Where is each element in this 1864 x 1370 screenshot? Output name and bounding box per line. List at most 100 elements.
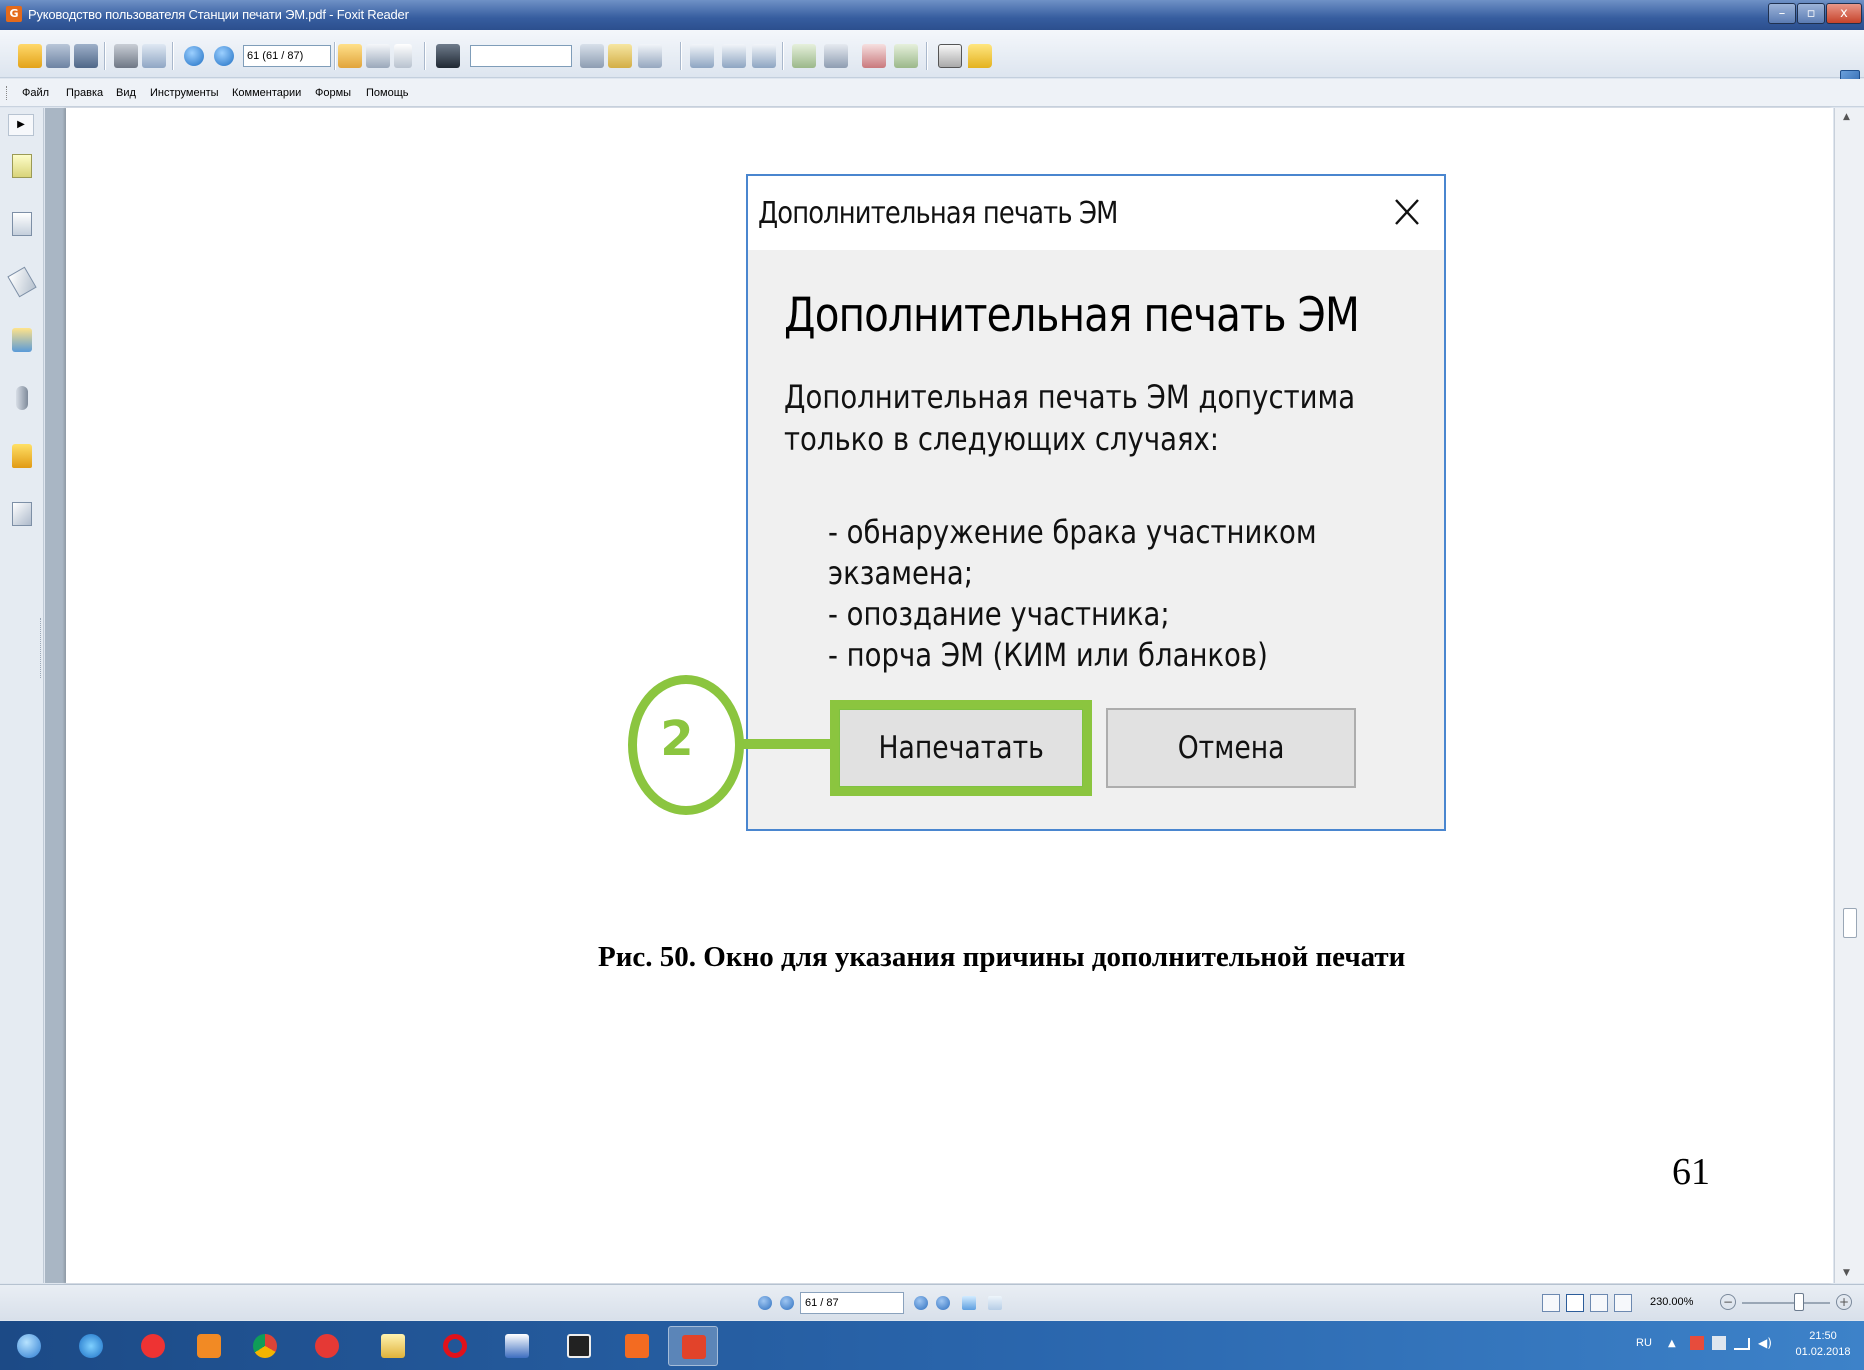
menu-tools[interactable]: Инструменты xyxy=(150,87,219,99)
find-previous-icon[interactable] xyxy=(580,44,604,68)
menu-edit[interactable]: Правка xyxy=(66,87,103,99)
document-icon[interactable] xyxy=(12,212,32,236)
tray-network-icon[interactable] xyxy=(1712,1336,1726,1350)
taskbar-file-manager[interactable] xyxy=(368,1326,418,1366)
open-folder-icon[interactable] xyxy=(18,44,42,68)
continuous-view-icon[interactable] xyxy=(1566,1294,1584,1312)
status-page-field[interactable]: 61 / 87 xyxy=(800,1292,904,1314)
comments-icon[interactable] xyxy=(12,328,32,352)
taskbar-word[interactable] xyxy=(492,1326,542,1366)
previous-page-icon[interactable] xyxy=(184,46,204,66)
zoom-in-icon[interactable]: + xyxy=(1836,1294,1852,1310)
last-page-icon[interactable] xyxy=(936,1296,950,1310)
page-number: 61 xyxy=(1672,1151,1710,1193)
page-number-field[interactable]: 61 (61 / 87) xyxy=(243,45,331,67)
dialog-message: Дополнительная печать ЭМ допустима тольк… xyxy=(784,378,1356,458)
fit-page-icon[interactable] xyxy=(722,44,746,68)
expand-panel-icon[interactable]: ▶ xyxy=(8,114,34,136)
tray-volume-icon[interactable]: ◀) xyxy=(1758,1336,1772,1350)
continuous-facing-view-icon[interactable] xyxy=(1614,1294,1632,1312)
save-as-icon[interactable] xyxy=(74,44,98,68)
7zip-icon xyxy=(567,1334,591,1358)
form-icon[interactable] xyxy=(894,44,918,68)
menu-grip xyxy=(6,86,9,100)
tray-signal-icon[interactable] xyxy=(1734,1338,1750,1350)
single-page-view-icon[interactable] xyxy=(1542,1294,1560,1312)
minimize-button[interactable]: – xyxy=(1768,3,1796,24)
snapshot-icon[interactable] xyxy=(824,44,848,68)
taskbar-yandex[interactable] xyxy=(128,1326,178,1366)
typewriter-icon[interactable] xyxy=(938,44,962,68)
start-button[interactable] xyxy=(4,1326,54,1366)
menu-forms[interactable]: Формы xyxy=(315,87,351,99)
dialog-title: Дополнительная печать ЭМ xyxy=(758,196,1118,231)
tray-flag-icon[interactable] xyxy=(1690,1336,1704,1350)
menu-help[interactable]: Помощь xyxy=(366,87,409,99)
zoom-level[interactable]: 230.00% xyxy=(1650,1296,1693,1308)
menu-view[interactable]: Вид xyxy=(116,87,136,99)
reason-item: - опоздание участника; xyxy=(828,595,1170,633)
close-button[interactable]: x xyxy=(1826,3,1862,24)
taskbar-media-player[interactable] xyxy=(184,1326,234,1366)
figure-print-button: Напечатать xyxy=(830,700,1092,796)
save-icon[interactable] xyxy=(46,44,70,68)
file-manager-icon xyxy=(381,1334,405,1358)
next-page-icon[interactable] xyxy=(914,1296,928,1310)
layers-icon[interactable] xyxy=(7,266,37,298)
signature-icon[interactable] xyxy=(12,502,32,526)
language-indicator[interactable]: RU xyxy=(1636,1337,1652,1349)
navigation-panel: ▶ xyxy=(0,108,44,1283)
scroll-down-icon[interactable]: ▼ xyxy=(1843,1268,1850,1278)
first-page-icon[interactable] xyxy=(758,1296,772,1310)
taskbar-foxit-pdf[interactable] xyxy=(612,1326,662,1366)
taskbar-opera[interactable] xyxy=(430,1326,480,1366)
zoom-slider[interactable] xyxy=(1742,1302,1830,1304)
zoom-out-icon[interactable]: − xyxy=(1720,1294,1736,1310)
taskbar-ie[interactable] xyxy=(66,1326,116,1366)
taskbar-yandex-browser[interactable] xyxy=(302,1326,352,1366)
search-input[interactable] xyxy=(470,45,572,67)
panel-splitter[interactable] xyxy=(40,618,44,678)
pdf-sign-icon[interactable] xyxy=(638,44,662,68)
start-orb-icon xyxy=(17,1334,41,1358)
dialog-close-icon xyxy=(1395,199,1419,225)
clock-time: 21:50 xyxy=(1809,1330,1837,1342)
go-forward-icon[interactable] xyxy=(988,1296,1002,1310)
tray-expand-icon[interactable]: ▲ xyxy=(1668,1338,1676,1349)
actual-size-icon[interactable] xyxy=(690,44,714,68)
fit-width-icon[interactable] xyxy=(752,44,776,68)
select-arrow-icon[interactable] xyxy=(394,44,412,68)
select-text-icon[interactable] xyxy=(366,44,390,68)
foxit-logo-icon: G xyxy=(6,6,22,22)
dialog-titlebar: Дополнительная печать ЭМ xyxy=(748,176,1444,250)
menu-file[interactable]: Файл xyxy=(22,87,49,99)
reason-item: - обнаружение брака участником xyxy=(828,513,1317,551)
note-icon[interactable] xyxy=(968,44,992,68)
hand-tool-icon[interactable] xyxy=(338,44,362,68)
zoom-slider-thumb[interactable] xyxy=(1794,1293,1804,1311)
find-binoculars-icon[interactable] xyxy=(436,44,460,68)
attachments-icon[interactable] xyxy=(16,386,28,410)
maximize-button[interactable]: ▫ xyxy=(1797,3,1825,24)
vertical-scrollbar[interactable]: ▲ ▼ xyxy=(1834,108,1864,1283)
taskbar-foxit-reader[interactable] xyxy=(668,1326,718,1366)
rotate-icon[interactable] xyxy=(792,44,816,68)
scroll-up-icon[interactable]: ▲ xyxy=(1843,112,1850,122)
taskbar-7zip[interactable] xyxy=(554,1326,604,1366)
next-page-icon[interactable] xyxy=(214,46,234,66)
previous-page-icon[interactable] xyxy=(780,1296,794,1310)
facing-view-icon[interactable] xyxy=(1590,1294,1608,1312)
tray-clock[interactable]: 21:50 01.02.2018 xyxy=(1790,1328,1856,1360)
pages-icon[interactable] xyxy=(12,154,32,178)
create-pdf-icon[interactable] xyxy=(862,44,886,68)
find-next-icon[interactable] xyxy=(608,44,632,68)
print-button-label: Напечатать xyxy=(878,730,1044,766)
foxit-reader-icon xyxy=(682,1335,706,1359)
security-icon[interactable] xyxy=(12,444,32,468)
properties-icon[interactable] xyxy=(142,44,166,68)
print-icon[interactable] xyxy=(114,44,138,68)
go-back-icon[interactable] xyxy=(962,1296,976,1310)
taskbar-chrome[interactable] xyxy=(240,1326,290,1366)
scroll-thumb[interactable] xyxy=(1843,908,1857,938)
menu-comments[interactable]: Комментарии xyxy=(232,87,301,99)
